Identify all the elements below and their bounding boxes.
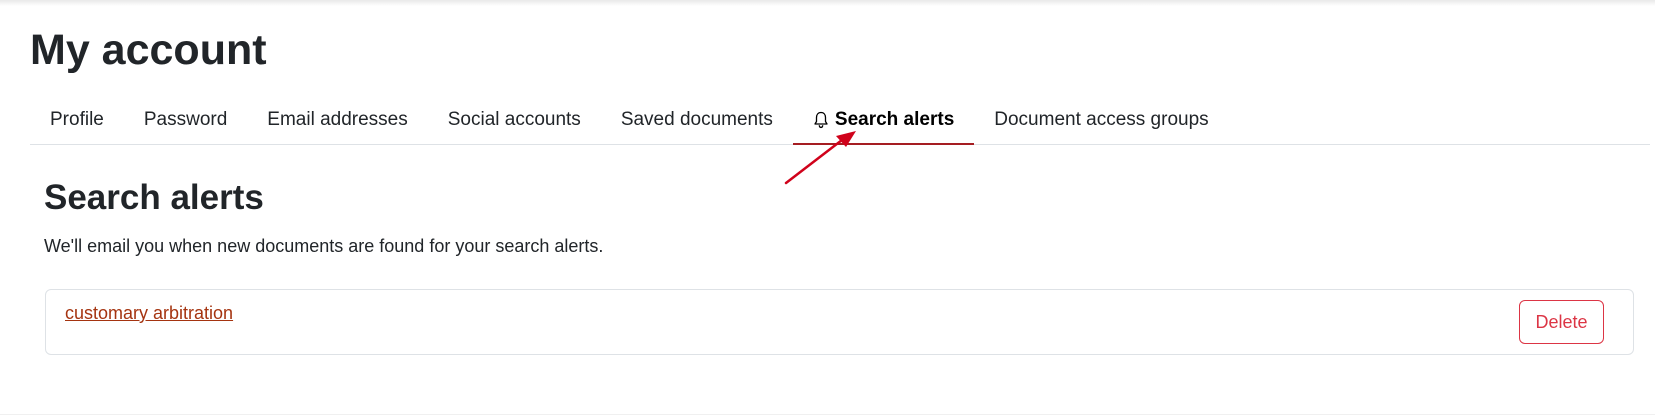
tab-label: Saved documents — [620, 109, 773, 130]
annotation-arrow-icon — [784, 131, 856, 185]
tab-label: Document access groups — [994, 109, 1209, 130]
page-title: My account — [30, 26, 267, 74]
tab-profile[interactable]: Profile — [30, 96, 124, 144]
tab-label: Email addresses — [267, 109, 408, 130]
section-description: We'll email you when new documents are f… — [44, 236, 604, 256]
delete-alert-button[interactable]: Delete — [1519, 300, 1604, 344]
tab-label: Profile — [50, 109, 104, 130]
tab-social-accounts[interactable]: Social accounts — [428, 96, 601, 144]
tab-document-access-groups[interactable]: Document access groups — [974, 96, 1228, 144]
tab-email-addresses[interactable]: Email addresses — [247, 96, 427, 144]
search-alert-card: customary arbitration Delete — [45, 289, 1634, 355]
search-alert-link[interactable]: customary arbitration — [65, 303, 233, 324]
page: My account Profile Password Email addres… — [0, 0, 1655, 417]
header-shadow — [0, 0, 1655, 6]
tab-saved-documents[interactable]: Saved documents — [601, 96, 793, 144]
tab-label: Social accounts — [447, 109, 581, 130]
tab-label: Password — [143, 109, 228, 130]
bell-icon — [814, 111, 828, 129]
section-title: Search alerts — [44, 178, 264, 217]
footer-divider — [0, 414, 1655, 415]
tab-password[interactable]: Password — [124, 96, 247, 144]
